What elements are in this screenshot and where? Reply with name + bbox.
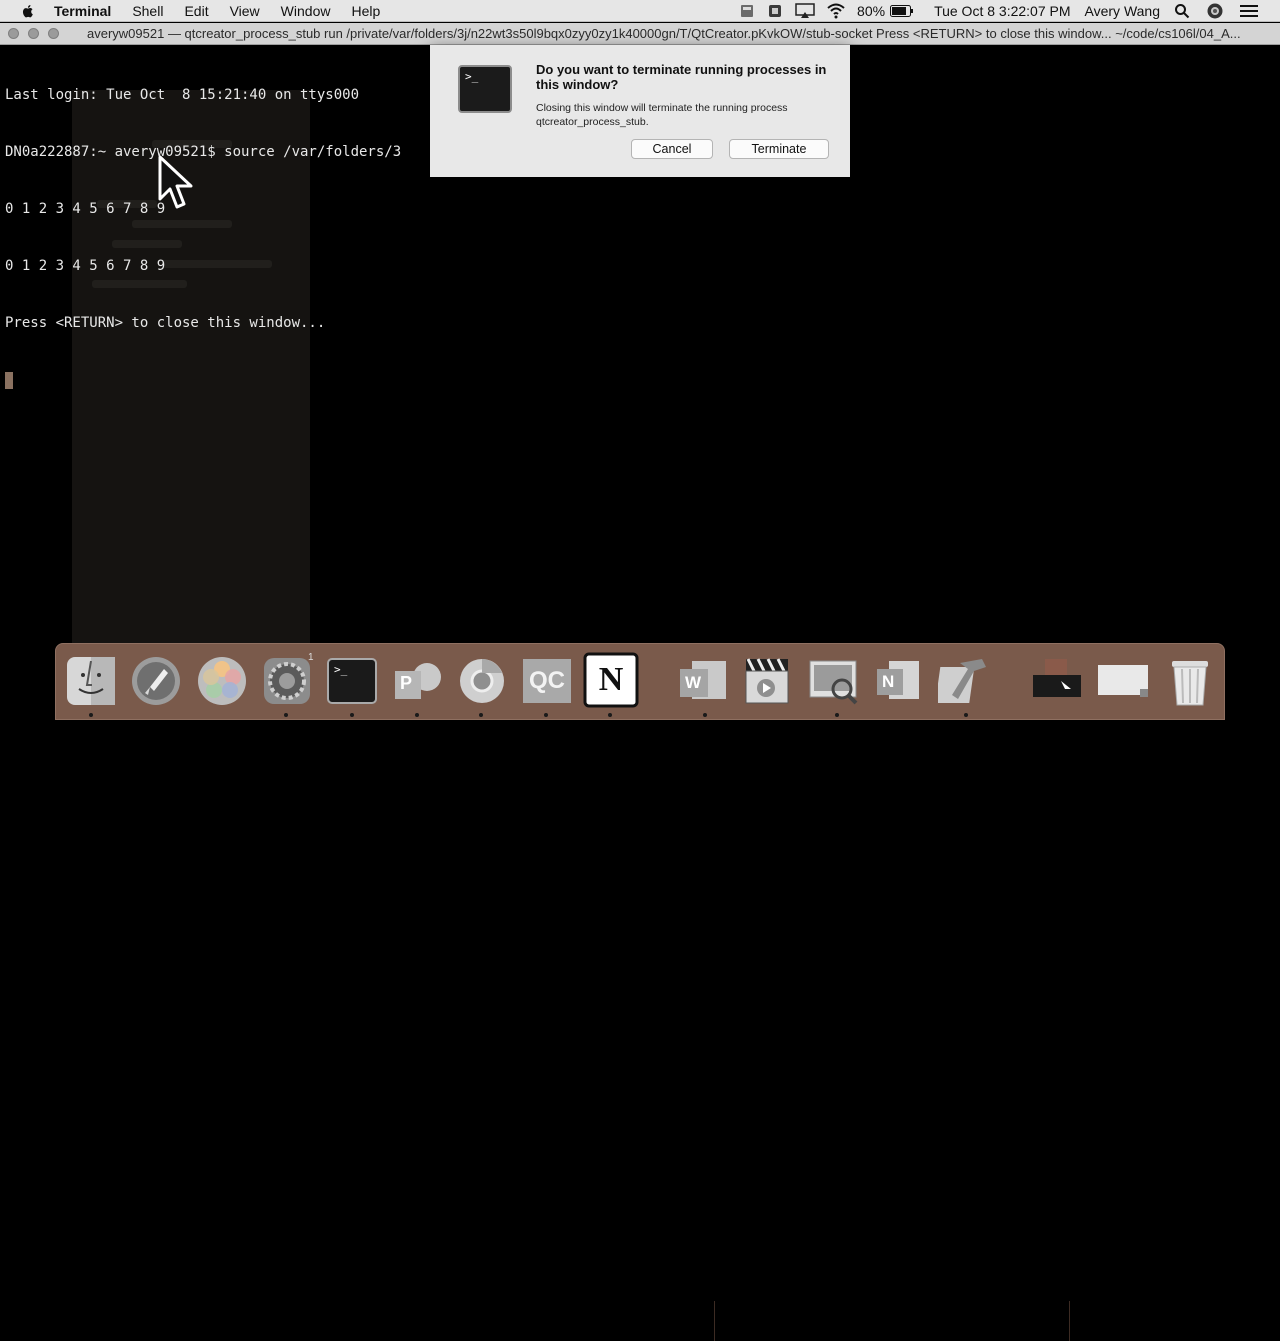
dialog-title: Do you want to terminate running process…: [536, 62, 827, 92]
airplay-icon[interactable]: [795, 3, 815, 19]
zoom-window-button[interactable]: [48, 28, 59, 39]
dock-running-indicator: [835, 713, 839, 717]
cancel-button[interactable]: Cancel: [631, 139, 713, 159]
dock-documents-stack-icon[interactable]: [1096, 655, 1148, 707]
dock-separator: [1069, 1301, 1070, 1341]
menu-edit[interactable]: Edit: [184, 3, 208, 19]
siri-icon[interactable]: [1207, 3, 1223, 19]
system-preferences-badge: 1: [308, 652, 314, 663]
dock-running-indicator: [544, 713, 548, 717]
dock-powerpoint-icon[interactable]: P: [391, 655, 443, 707]
menu-window[interactable]: Window: [281, 3, 331, 19]
dock-onenote-icon[interactable]: N: [873, 655, 925, 707]
terminal-line: 0 1 2 3 4 5 6 7 8 9: [5, 201, 166, 217]
dock-running-indicator: [479, 713, 483, 717]
dock-preview-icon[interactable]: [808, 655, 860, 707]
dock-launchpad-icon[interactable]: [130, 655, 182, 707]
spotlight-icon[interactable]: [1174, 3, 1190, 19]
dock-running-indicator: [350, 713, 354, 717]
vpn-icon[interactable]: [767, 3, 783, 19]
menu-view[interactable]: View: [230, 3, 260, 19]
terminal-line: 0 1 2 3 4 5 6 7 8 9: [5, 258, 166, 274]
menu-clock[interactable]: Tue Oct 8 3:22:07 PM: [934, 3, 1070, 19]
dock-running-indicator: [89, 713, 93, 717]
battery-icon[interactable]: [890, 5, 914, 17]
menu-bar-right: 80% Tue Oct 8 3:22:07 PM Avery Wang: [739, 0, 1280, 22]
dialog-message: Closing this window will terminate the r…: [536, 102, 788, 128]
terminal-line: DN0a222887:~ averyw09521$ source /var/fo…: [5, 144, 402, 160]
menu-app-name[interactable]: Terminal: [54, 3, 111, 19]
menu-bar-left: Terminal Shell Edit View Window Help: [0, 3, 401, 19]
terminal-line: Last login: Tue Oct 8 15:21:40 on ttys00…: [5, 87, 360, 103]
dock-word-icon[interactable]: W: [676, 655, 728, 707]
terminal-line: Press <RETURN> to close this window...: [5, 315, 326, 331]
window-title-bar[interactable]: averyw09521 — qtcreator_process_stub run…: [0, 23, 1280, 45]
minimize-window-button[interactable]: [28, 28, 39, 39]
menu-help[interactable]: Help: [351, 3, 380, 19]
dock-qt-creator-icon[interactable]: QC: [521, 655, 573, 707]
terminal-cursor: [5, 371, 13, 389]
dock-xcode-icon[interactable]: [935, 655, 990, 707]
dock: 1 >_ P QC N W N: [55, 643, 1225, 1341]
apple-icon[interactable]: [20, 3, 36, 19]
finder-sync-icon[interactable]: [739, 3, 755, 19]
dock-running-indicator: [415, 713, 419, 717]
close-window-button[interactable]: [8, 28, 19, 39]
dock-separator: [714, 1301, 715, 1341]
menu-user-name[interactable]: Avery Wang: [1085, 3, 1160, 19]
dock-running-indicator: [608, 713, 612, 717]
dock-imovie-icon[interactable]: [742, 655, 794, 707]
dock-running-indicator: [284, 713, 288, 717]
battery-percent: 80%: [857, 3, 886, 19]
dock-chrome-icon[interactable]: [456, 655, 508, 707]
dock-finder-icon[interactable]: [65, 655, 117, 707]
dock-downloads-stack-icon[interactable]: [1031, 655, 1083, 707]
dock-terminal-icon[interactable]: >_: [326, 655, 378, 707]
menu-shell[interactable]: Shell: [132, 3, 163, 19]
dock-notion-icon[interactable]: N: [583, 652, 639, 708]
dock-running-indicator: [703, 713, 707, 717]
terminate-button[interactable]: Terminate: [729, 139, 829, 159]
wifi-icon[interactable]: [827, 3, 845, 19]
terminal-output: Last login: Tue Oct 8 15:21:40 on ttys00…: [5, 48, 401, 428]
dock-running-indicator: [964, 713, 968, 717]
dock-photos-icon[interactable]: [196, 655, 248, 707]
mouse-pointer-icon: [158, 155, 193, 209]
notification-center-icon[interactable]: [1240, 4, 1258, 18]
dock-system-preferences-icon[interactable]: 1: [261, 652, 314, 707]
window-title: averyw09521 — qtcreator_process_stub run…: [87, 26, 1241, 41]
dock-trash-icon[interactable]: [1164, 655, 1216, 707]
menu-bar: Terminal Shell Edit View Window Help 80%…: [0, 0, 1280, 22]
terminal-app-icon: >_: [458, 65, 512, 113]
terminate-processes-dialog: >_ Do you want to terminate running proc…: [430, 45, 850, 177]
